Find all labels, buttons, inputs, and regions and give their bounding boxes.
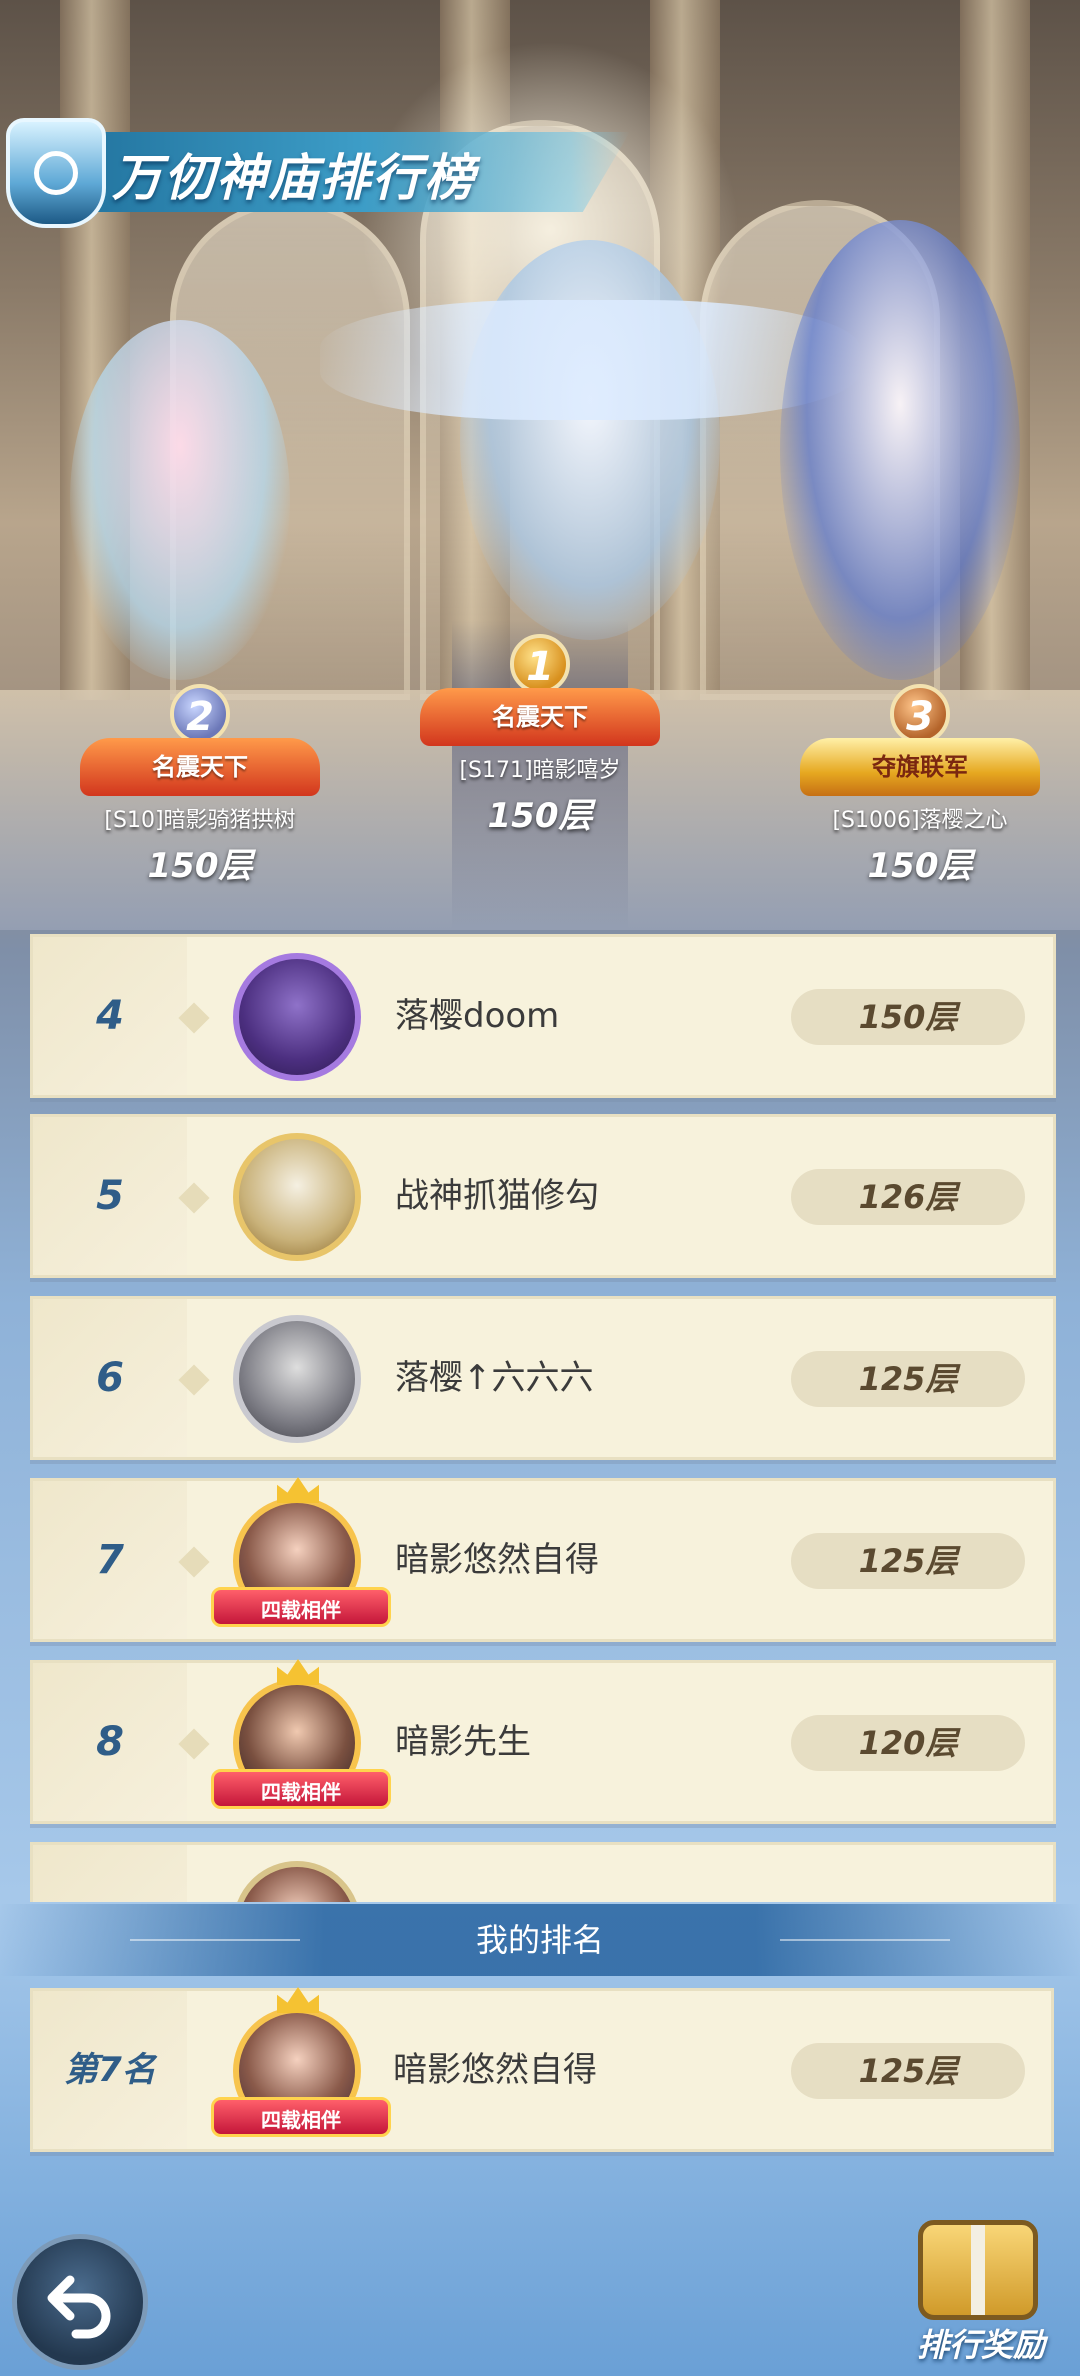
my-ranking-row[interactable]: 第7名 四载相伴 暗影悠然自得 125层	[30, 1987, 1054, 2152]
player-name: 落樱↑六六六	[395, 1358, 594, 1398]
title-badge: 名震天下	[420, 688, 660, 746]
gift-box-icon	[918, 2220, 1038, 2320]
my-ranking-label: 我的排名	[475, 1921, 604, 1959]
floor-count: 125层	[791, 2043, 1025, 2099]
player-name: [S1006]落樱之心	[832, 808, 1008, 833]
crown-icon	[277, 1659, 319, 1685]
my-rank: 第7名	[64, 2050, 156, 2090]
podium-rank-2[interactable]: 2 名震天下 [S10]暗影骑猪拱树 150层	[40, 684, 360, 887]
avatar-frame-badge: 四载相伴	[211, 1769, 391, 1809]
avatar-frame-badge: 四载相伴	[211, 2097, 391, 2137]
rank-number: 4	[96, 993, 124, 1039]
title-badge: 名震天下	[80, 738, 320, 796]
ranking-row[interactable]: 8 四载相伴 暗影先生 120层	[30, 1659, 1056, 1824]
rank-3-character	[740, 180, 1060, 700]
rank-number: 5	[96, 1173, 124, 1219]
back-button[interactable]	[12, 2234, 148, 2370]
ranking-reward-button[interactable]: 排行奖励	[896, 2220, 1066, 2370]
floor-count: 150层	[867, 846, 973, 886]
title-badge: 夺旗联军	[800, 738, 1040, 796]
crown-icon	[277, 1477, 319, 1503]
avatar-frame-badge: 四载相伴	[211, 1587, 391, 1627]
back-arrow-icon	[47, 2275, 111, 2339]
ranking-reward-label: 排行奖励	[916, 2326, 1045, 2364]
rank-1-medal-icon: 1	[510, 634, 570, 694]
avatar[interactable]	[233, 1315, 361, 1443]
ranking-row[interactable]: 7 四载相伴 暗影悠然自得 125层	[30, 1477, 1056, 1642]
floor-count: 120层	[791, 1715, 1025, 1771]
player-name: [S10]暗影骑猪拱树	[104, 808, 296, 833]
player-name: 落樱doom	[395, 996, 560, 1036]
floor-count: 150层	[487, 796, 593, 836]
podium-rank-3[interactable]: 3 夺旗联军 [S1006]落樱之心 150层	[760, 684, 1080, 887]
crown-icon	[277, 1987, 319, 2013]
ranking-row[interactable]	[30, 1842, 1056, 1902]
floor-count: 125层	[791, 1533, 1025, 1589]
player-name: 暗影悠然自得	[393, 2050, 597, 2090]
ranking-row[interactable]: 6 落樱↑六六六 125层	[30, 1296, 1056, 1460]
ranking-row[interactable]: 5 战神抓猫修勾 126层	[30, 1114, 1056, 1278]
avatar[interactable]	[233, 1861, 361, 1902]
floor-count: 125层	[791, 1351, 1025, 1407]
avatar[interactable]	[233, 1133, 361, 1261]
player-name: 暗影悠然自得	[395, 1540, 599, 1580]
floor-count: 150层	[147, 846, 253, 886]
player-name: 战神抓猫修勾	[395, 1176, 599, 1216]
rank-cell	[33, 1845, 187, 1902]
title-banner: 万仞神庙排行榜	[0, 118, 640, 228]
page-title: 万仞神庙排行榜	[112, 149, 476, 207]
ranking-row[interactable]: 4 落樱doom 150层	[30, 934, 1056, 1098]
player-name: 暗影先生	[395, 1722, 531, 1762]
rank-2-medal-icon: 2	[170, 684, 230, 744]
my-ranking-header: 我的排名	[0, 1904, 1080, 1976]
avatar[interactable]	[233, 953, 361, 1081]
rank-number: 6	[96, 1355, 124, 1401]
temple-emblem-icon	[6, 118, 106, 228]
player-name: [S171]暗影嘻岁	[459, 758, 621, 783]
podium-rank-1[interactable]: 1 名震天下 [S171]暗影嘻岁 150层	[395, 634, 685, 837]
rank-number: 8	[96, 1719, 124, 1765]
floor-count: 126层	[791, 1169, 1025, 1225]
rank-2-character	[10, 280, 340, 700]
floor-count: 150层	[791, 989, 1025, 1045]
rank-3-medal-icon: 3	[890, 684, 950, 744]
ranking-list[interactable]: 4 落樱doom 150层 5 战神抓猫修勾 126层 6 落樱↑六六六 125…	[30, 934, 1056, 1902]
rank-number: 7	[96, 1537, 124, 1583]
